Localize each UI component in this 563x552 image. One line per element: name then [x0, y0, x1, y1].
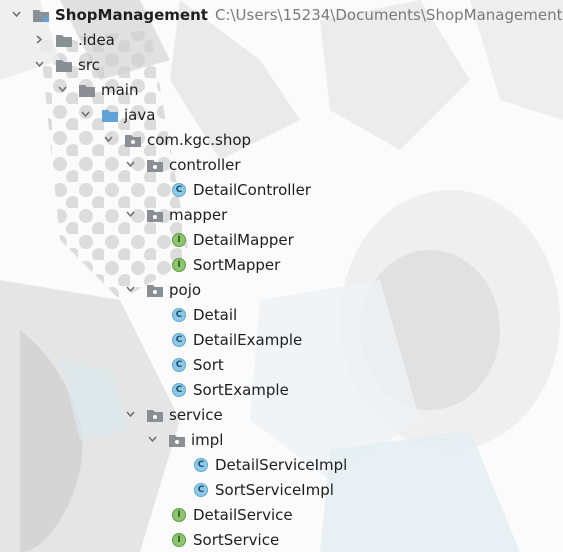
interface-icon: I	[170, 506, 188, 524]
tree-row-class[interactable]: C DetailServiceImpl	[0, 452, 563, 477]
tree-row-package[interactable]: controller	[0, 152, 563, 177]
interface-label: DetailMapper	[193, 230, 294, 249]
class-label: SortServiceImpl	[215, 480, 334, 499]
tree-row-package[interactable]: mapper	[0, 202, 563, 227]
project-folder-icon	[32, 6, 50, 24]
package-icon	[146, 156, 164, 174]
tree-row-package[interactable]: impl	[0, 427, 563, 452]
interface-label: SortService	[193, 530, 280, 549]
class-icon: C	[170, 381, 188, 399]
folder-label: .idea	[78, 30, 115, 49]
tree-row-folder[interactable]: src	[0, 52, 563, 77]
tree-row-class[interactable]: C DetailExample	[0, 327, 563, 352]
source-folder-icon	[101, 106, 119, 124]
chevron-down-icon[interactable]	[10, 9, 22, 21]
chevron-down-icon[interactable]	[124, 159, 136, 171]
interface-label: SortMapper	[193, 255, 281, 274]
chevron-down-icon[interactable]	[56, 84, 68, 96]
class-label: Detail	[193, 305, 238, 324]
tree-row-folder[interactable]: main	[0, 77, 563, 102]
tree-row-package[interactable]: com.kgc.shop	[0, 127, 563, 152]
tree-row-class[interactable]: C SortServiceImpl	[0, 477, 563, 502]
class-icon: C	[170, 356, 188, 374]
package-icon	[124, 131, 142, 149]
chevron-down-icon[interactable]	[102, 134, 114, 146]
chevron-down-icon[interactable]	[124, 209, 136, 221]
class-icon: C	[192, 456, 210, 474]
tree-row-interface[interactable]: I SortService	[0, 527, 563, 552]
folder-label: src	[78, 55, 100, 74]
package-label: pojo	[169, 280, 202, 299]
tree-row-source-folder[interactable]: java	[0, 102, 563, 127]
tree-row-interface[interactable]: I DetailService	[0, 502, 563, 527]
class-label: DetailServiceImpl	[215, 455, 348, 474]
class-label: DetailController	[193, 180, 311, 199]
chevron-down-icon[interactable]	[124, 284, 136, 296]
interface-icon: I	[170, 231, 188, 249]
tree-row-class[interactable]: C SortExample	[0, 377, 563, 402]
class-label: DetailExample	[193, 330, 303, 349]
project-path: C:\Users\15234\Documents\ShopManagement	[214, 5, 563, 24]
tree-row-interface[interactable]: I DetailMapper	[0, 227, 563, 252]
tree-row-folder[interactable]: .idea	[0, 27, 563, 52]
chevron-right-icon[interactable]	[33, 34, 45, 46]
package-icon	[146, 281, 164, 299]
class-label: Sort	[193, 355, 224, 374]
tree-row-package[interactable]: pojo	[0, 277, 563, 302]
tree-row-class[interactable]: C Detail	[0, 302, 563, 327]
package-label: com.kgc.shop	[147, 130, 252, 149]
folder-label: java	[124, 105, 156, 124]
interface-icon: I	[170, 256, 188, 274]
package-label: controller	[169, 155, 241, 174]
tree-row-package[interactable]: service	[0, 402, 563, 427]
class-label: SortExample	[193, 380, 289, 399]
tree-row-class[interactable]: C DetailController	[0, 177, 563, 202]
class-icon: C	[192, 481, 210, 499]
chevron-down-icon[interactable]	[33, 59, 45, 71]
tree-row-project[interactable]: ShopManagement C:\Users\15234\Documents\…	[0, 2, 563, 27]
tree-row-class[interactable]: C Sort	[0, 352, 563, 377]
package-label: service	[169, 405, 223, 424]
package-icon	[146, 206, 164, 224]
project-name: ShopManagement	[55, 5, 208, 24]
interface-label: DetailService	[193, 505, 293, 524]
interface-icon: I	[170, 531, 188, 549]
package-icon	[146, 406, 164, 424]
folder-icon	[55, 31, 73, 49]
chevron-down-icon[interactable]	[146, 434, 158, 446]
class-icon: C	[170, 331, 188, 349]
project-tree: ShopManagement C:\Users\15234\Documents\…	[0, 0, 563, 552]
folder-icon	[78, 81, 96, 99]
chevron-down-icon[interactable]	[79, 109, 91, 121]
package-label: impl	[191, 430, 224, 449]
class-icon: C	[170, 181, 188, 199]
tree-row-interface[interactable]: I SortMapper	[0, 252, 563, 277]
class-icon: C	[170, 306, 188, 324]
chevron-down-icon[interactable]	[124, 409, 136, 421]
package-icon	[168, 431, 186, 449]
package-label: mapper	[169, 205, 228, 224]
folder-icon	[55, 56, 73, 74]
folder-label: main	[101, 80, 139, 99]
